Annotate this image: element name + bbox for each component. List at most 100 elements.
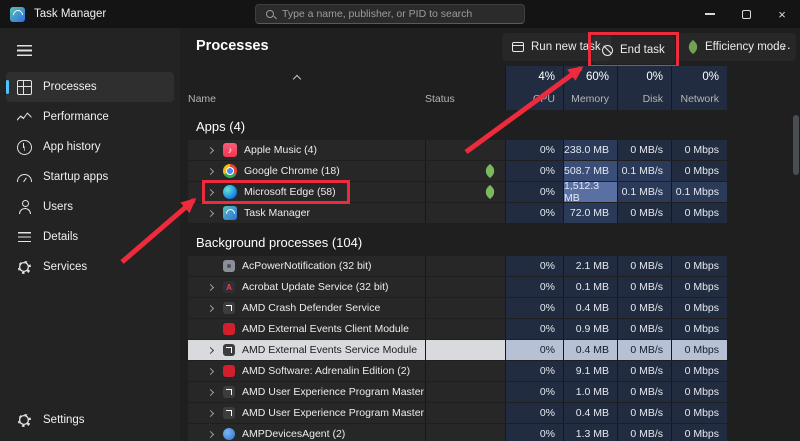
sidebar-item-app-history[interactable]: App history — [6, 132, 174, 162]
memory-cell: 72.0 MB — [563, 203, 617, 223]
process-name: Acrobat Update Service (32 bit) — [242, 281, 389, 293]
column-header-disk[interactable]: 0% Disk — [617, 66, 671, 110]
process-row[interactable]: AMD External Events Client Module 0% 0.9… — [188, 319, 800, 339]
process-name: Task Manager — [244, 207, 310, 219]
process-name: AcPowerNotification (32 bit) — [242, 260, 372, 272]
amd-dark-icon — [223, 407, 235, 419]
menu-toggle-button[interactable] — [10, 38, 38, 62]
sidebar-item-details[interactable]: Details — [6, 222, 174, 252]
process-row[interactable]: Google Chrome (18) 0% 508.7 MB 0.1 MB/s … — [188, 161, 800, 181]
process-group-header[interactable]: Background processes (104) — [188, 224, 800, 255]
sidebar-item-startup-apps[interactable]: Startup apps — [6, 162, 174, 192]
amp-icon — [223, 428, 235, 440]
table-header: Name Status 4% CPU 60% Memory 0% Disk 0%… — [188, 66, 727, 110]
name-cell: Acrobat Update Service (32 bit) — [188, 277, 425, 297]
process-name: Google Chrome (18) — [244, 165, 340, 177]
more-options-button[interactable]: ··· — [772, 33, 796, 61]
memory-cell: 238.0 MB — [563, 140, 617, 160]
disk-cell: 0 MB/s — [617, 340, 671, 360]
task-manager-app-icon — [10, 7, 25, 22]
performance-icon — [16, 109, 32, 125]
main-panel: Processes Run new task End task Efficien… — [180, 28, 800, 441]
sidebar-settings-container: Settings — [0, 405, 180, 435]
leaf-icon — [686, 40, 700, 54]
network-cell: 0 Mbps — [671, 256, 727, 276]
process-row[interactable]: AMD Crash Defender Service 0% 0.4 MB 0 M… — [188, 298, 800, 318]
process-row[interactable]: Acrobat Update Service (32 bit) 0% 0.1 M… — [188, 277, 800, 297]
column-header-cpu[interactable]: 4% CPU — [505, 66, 563, 110]
process-row[interactable]: Apple Music (4) 0% 238.0 MB 0 MB/s 0 Mbp… — [188, 140, 800, 160]
users-icon — [16, 199, 32, 215]
search-input[interactable] — [282, 8, 507, 20]
sidebar-item-settings[interactable]: Settings — [6, 405, 174, 435]
status-cell — [425, 140, 505, 160]
process-name: AMPDevicesAgent (2) — [242, 428, 345, 440]
disk-cell: 0.1 MB/s — [617, 161, 671, 181]
status-cell — [425, 424, 505, 441]
process-row[interactable]: AMD External Events Service Module 0% 0.… — [188, 340, 800, 360]
cpu-cell: 0% — [505, 340, 563, 360]
sidebar-item-label: Settings — [43, 414, 85, 426]
column-header-name[interactable]: Name — [188, 66, 425, 110]
expand-chevron-icon[interactable] — [207, 304, 214, 311]
disk-cell: 0 MB/s — [617, 277, 671, 297]
vertical-scrollbar[interactable] — [793, 110, 799, 439]
maximize-icon — [742, 10, 751, 19]
status-cell — [425, 403, 505, 423]
close-button[interactable]: × — [764, 0, 800, 28]
expand-chevron-icon[interactable] — [207, 283, 214, 290]
expand-chevron-icon[interactable] — [207, 146, 214, 153]
expand-chevron-icon[interactable] — [207, 388, 214, 395]
name-cell: AMPDevicesAgent (2) — [188, 424, 425, 441]
network-cell: 0 Mbps — [671, 403, 727, 423]
collapse-groups-button[interactable] — [288, 70, 306, 84]
sidebar: Processes Performance App history Startu… — [0, 28, 180, 441]
end-task-button[interactable]: End task — [592, 36, 675, 64]
process-row[interactable]: AMD User Experience Program Master 0% 0.… — [188, 403, 800, 423]
disk-total-percent: 0% — [646, 71, 663, 83]
name-cell: AMD External Events Client Module — [188, 319, 425, 339]
expand-chevron-icon[interactable] — [207, 430, 214, 437]
memory-cell: 0.4 MB — [563, 298, 617, 318]
memory-total-percent: 60% — [586, 71, 609, 83]
cpu-cell: 0% — [505, 361, 563, 381]
process-row[interactable]: Microsoft Edge (58) 0% 1,512.3 MB 0.1 MB… — [188, 182, 800, 202]
expand-chevron-icon[interactable] — [207, 367, 214, 374]
name-cell: Task Manager — [188, 203, 425, 223]
scrollbar-thumb[interactable] — [793, 115, 799, 175]
process-name: Apple Music (4) — [244, 144, 317, 156]
toolbar: Processes Run new task End task Efficien… — [180, 28, 800, 66]
process-row[interactable]: Task Manager 0% 72.0 MB 0 MB/s 0 Mbps — [188, 203, 800, 223]
sidebar-item-label: Users — [43, 201, 73, 213]
expand-chevron-icon[interactable] — [207, 209, 214, 216]
sidebar-item-services[interactable]: Services — [6, 252, 174, 282]
process-row[interactable]: AMD Software: Adrenalin Edition (2) 0% 9… — [188, 361, 800, 381]
column-header-network[interactable]: 0% Network — [671, 66, 727, 110]
sidebar-item-performance[interactable]: Performance — [6, 102, 174, 132]
process-row[interactable]: AcPowerNotification (32 bit) 0% 2.1 MB 0… — [188, 256, 800, 276]
end-task-icon — [602, 45, 613, 56]
process-row[interactable]: AMD User Experience Program Master 0% 1.… — [188, 382, 800, 402]
expand-chevron-icon[interactable] — [207, 346, 214, 353]
process-group-header[interactable]: Apps (4) — [188, 110, 800, 139]
search-box[interactable] — [255, 4, 525, 24]
sidebar-item-users[interactable]: Users — [6, 192, 174, 222]
amd-dark-icon — [223, 386, 235, 398]
column-header-status[interactable]: Status — [425, 66, 505, 110]
column-header-memory[interactable]: 60% Memory — [563, 66, 617, 110]
startup-apps-icon — [16, 169, 32, 185]
sidebar-item-processes[interactable]: Processes — [6, 72, 174, 102]
sidebar-item-label: Details — [43, 231, 78, 243]
network-header-label: Network — [680, 93, 719, 105]
name-cell: AMD User Experience Program Master — [188, 403, 425, 423]
expand-chevron-icon[interactable] — [207, 409, 214, 416]
network-cell: 0 Mbps — [671, 140, 727, 160]
taskmgr-icon — [223, 206, 237, 220]
maximize-button[interactable] — [728, 0, 764, 28]
minimize-button[interactable] — [692, 0, 728, 28]
cpu-cell: 0% — [505, 182, 563, 202]
process-row[interactable]: AMPDevicesAgent (2) 0% 1.3 MB 0 MB/s 0 M… — [188, 424, 800, 441]
status-header-label: Status — [425, 93, 455, 105]
apple-music-icon — [223, 143, 237, 157]
expand-chevron-icon[interactable] — [207, 167, 214, 174]
